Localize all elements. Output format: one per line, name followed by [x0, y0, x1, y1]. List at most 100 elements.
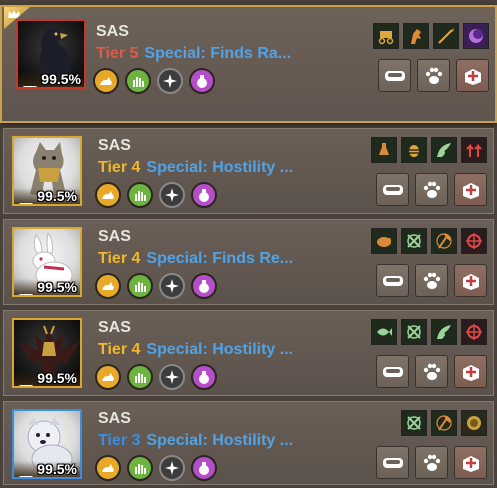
bee-icon[interactable] — [401, 137, 427, 163]
cat-stat-icon[interactable] — [95, 182, 121, 208]
pet-portrait[interactable]: 99.5% — [16, 19, 86, 89]
feed-bowl-button[interactable] — [376, 355, 409, 388]
gold-lion-icon[interactable] — [461, 410, 487, 436]
pet-special: Special: Hostility ... — [146, 341, 294, 358]
stat-icons — [95, 273, 217, 299]
paw-button[interactable] — [415, 173, 448, 206]
crossed-pickaxe-icon[interactable] — [401, 319, 427, 345]
pet-portrait[interactable]: 99.5% — [12, 409, 82, 479]
red-target-icon[interactable] — [461, 228, 487, 254]
red-arrows-icon[interactable] — [461, 137, 487, 163]
spear-icon[interactable] — [433, 23, 459, 49]
cat-stat-icon[interactable] — [95, 273, 121, 299]
paw-hand-stat-icon[interactable] — [127, 182, 153, 208]
pet-name: SAS — [98, 410, 131, 427]
paw-button[interactable] — [415, 446, 448, 479]
tier-line: Tier 5 Special: Finds Ra... — [96, 45, 291, 63]
paw-hand-stat-icon[interactable] — [127, 273, 153, 299]
release-button[interactable] — [454, 173, 487, 206]
pet-actions — [378, 59, 489, 92]
compass-stat-icon[interactable] — [159, 273, 185, 299]
compass-stat-icon[interactable] — [159, 182, 185, 208]
crossed-pickaxe-icon[interactable] — [401, 228, 427, 254]
compass-stat-icon[interactable] — [159, 455, 185, 481]
affection-percent: 99.5% — [37, 461, 77, 477]
pouch-stat-icon[interactable] — [191, 364, 217, 390]
skill-icons — [373, 23, 489, 49]
pet-tier: Tier 4 — [98, 341, 141, 358]
red-target-icon[interactable] — [461, 319, 487, 345]
axe-icon[interactable] — [431, 228, 457, 254]
affection-percent: 99.5% — [37, 279, 77, 295]
affection-percent: 99.5% — [37, 370, 77, 386]
pet-portrait[interactable]: 99.5% — [12, 318, 82, 388]
affection-percent: 99.5% — [37, 188, 77, 204]
release-button[interactable] — [454, 264, 487, 297]
compass-stat-icon[interactable] — [157, 68, 183, 94]
pouch-stat-icon[interactable] — [191, 273, 217, 299]
compass-stat-icon[interactable] — [159, 364, 185, 390]
pet-tier: Tier 3 — [98, 432, 141, 449]
pet-tier: Tier 5 — [96, 45, 139, 62]
stat-icons — [95, 364, 217, 390]
pet-tier: Tier 4 — [98, 159, 141, 176]
pouch-stat-icon[interactable] — [189, 68, 215, 94]
pet-special: Special: Hostility ... — [146, 432, 294, 449]
tier-line: Tier 4 Special: Finds Re... — [98, 250, 293, 268]
pet-card[interactable]: 99.5% SAS Tier 4 Special: Hostility ... — [3, 310, 494, 396]
feed-bowl-button[interactable] — [378, 59, 411, 92]
release-button[interactable] — [454, 446, 487, 479]
crossed-pickaxe-icon[interactable] — [401, 410, 427, 436]
pet-name: SAS — [98, 228, 131, 245]
pouch-stat-icon[interactable] — [191, 455, 217, 481]
pet-actions — [376, 173, 487, 206]
feed-bowl-button[interactable] — [376, 446, 409, 479]
stat-icons — [95, 182, 217, 208]
pet-special: Special: Finds Ra... — [144, 45, 292, 62]
pet-special: Special: Hostility ... — [146, 159, 294, 176]
carriage-icon[interactable] — [373, 23, 399, 49]
fish-icon[interactable] — [371, 319, 397, 345]
tier-line: Tier 4 Special: Hostility ... — [98, 159, 293, 177]
stat-icons — [95, 455, 217, 481]
pet-tier: Tier 4 — [98, 250, 141, 267]
pet-name: SAS — [98, 137, 131, 154]
pet-card[interactable]: 99.5% SAS Tier 4 Special: Hostility ... — [3, 128, 494, 214]
paw-button[interactable] — [415, 355, 448, 388]
pet-card[interactable]: 99.5% SAS Tier 4 Special: Finds Re... — [3, 219, 494, 305]
pet-portrait[interactable]: 99.5% — [12, 136, 82, 206]
skill-icons — [371, 319, 487, 345]
pet-portrait[interactable]: 99.5% — [12, 227, 82, 297]
pet-actions — [376, 355, 487, 388]
pet-card[interactable]: 99.5% SAS Tier 5 Special: Finds Ra... — [0, 5, 497, 123]
wing-icon[interactable] — [431, 137, 457, 163]
potion-icon[interactable] — [371, 137, 397, 163]
skill-icons — [401, 410, 487, 436]
skill-icons — [371, 228, 487, 254]
cat-stat-icon[interactable] — [95, 364, 121, 390]
wing-icon[interactable] — [431, 319, 457, 345]
paw-button[interactable] — [417, 59, 450, 92]
paw-button[interactable] — [415, 264, 448, 297]
tier-line: Tier 3 Special: Hostility ... — [98, 432, 293, 450]
tier-line: Tier 4 Special: Hostility ... — [98, 341, 293, 359]
pet-card[interactable]: 99.5% SAS Tier 3 Special: Hostility ... — [3, 401, 494, 485]
axe-icon[interactable] — [431, 410, 457, 436]
purple-moon-icon[interactable] — [463, 23, 489, 49]
beaver-icon[interactable] — [371, 228, 397, 254]
affection-percent: 99.5% — [41, 71, 81, 87]
cat-stat-icon[interactable] — [93, 68, 119, 94]
paw-hand-stat-icon[interactable] — [127, 455, 153, 481]
paw-hand-stat-icon[interactable] — [125, 68, 151, 94]
feed-bowl-button[interactable] — [376, 173, 409, 206]
stat-icons — [93, 68, 215, 94]
horse-head-icon[interactable] — [403, 23, 429, 49]
feed-bowl-button[interactable] — [376, 264, 409, 297]
paw-hand-stat-icon[interactable] — [127, 364, 153, 390]
release-button[interactable] — [454, 355, 487, 388]
pet-actions — [376, 264, 487, 297]
release-button[interactable] — [456, 59, 489, 92]
pet-actions — [376, 446, 487, 479]
pouch-stat-icon[interactable] — [191, 182, 217, 208]
cat-stat-icon[interactable] — [95, 455, 121, 481]
